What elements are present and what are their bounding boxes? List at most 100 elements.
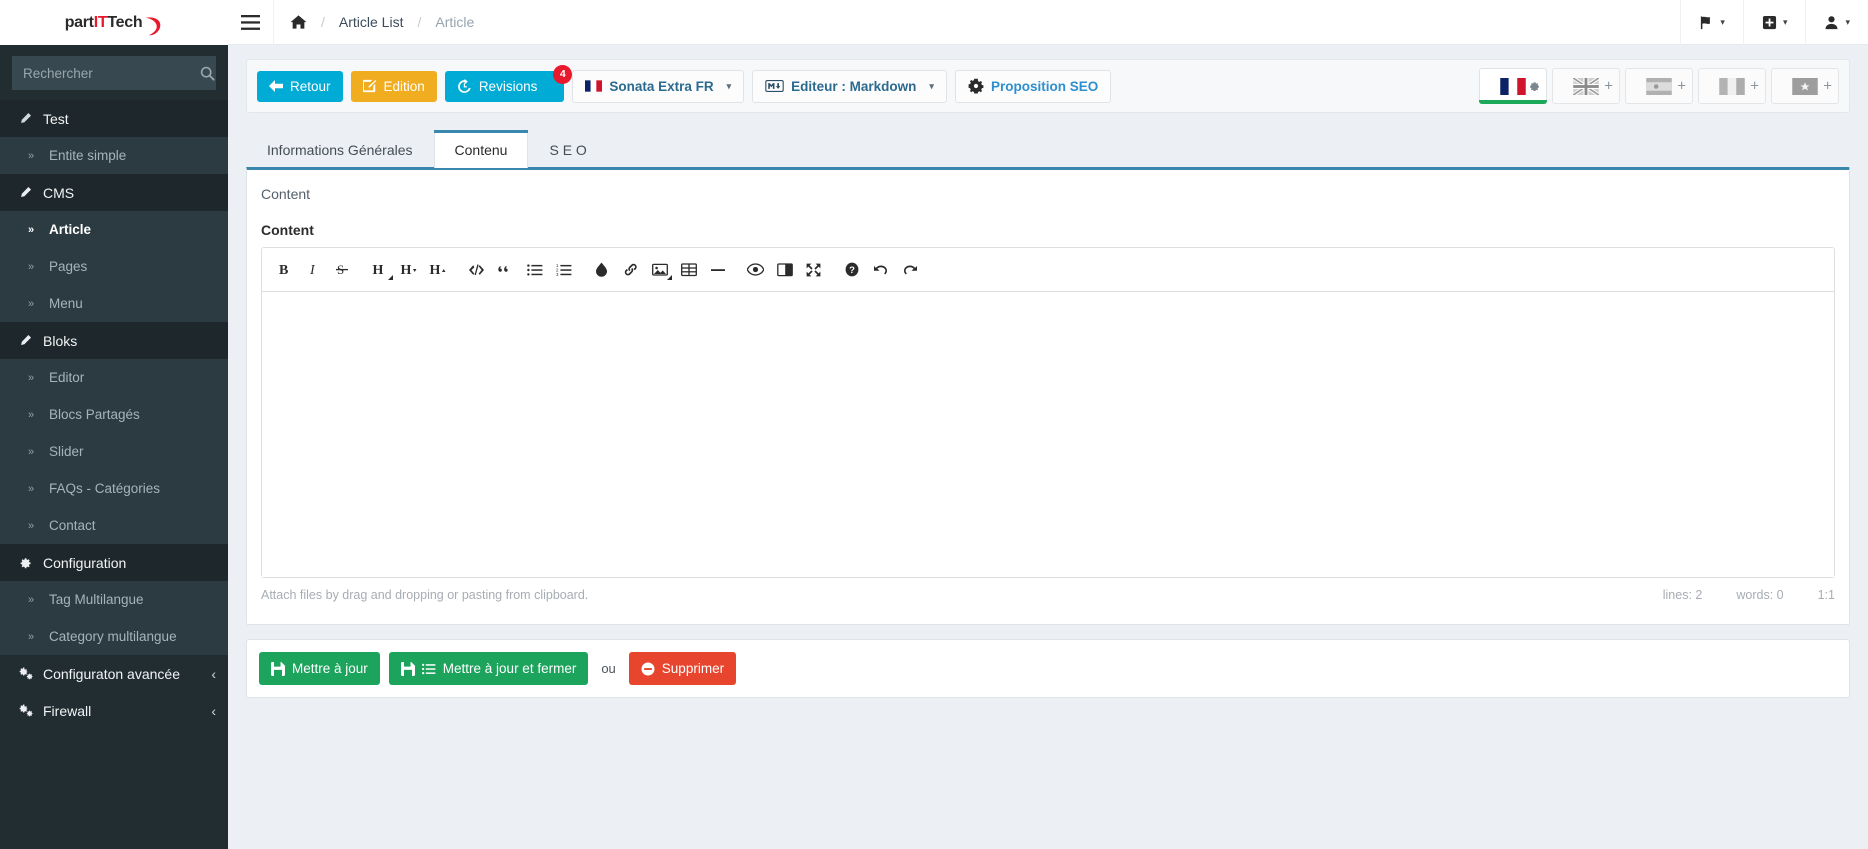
gear-icon[interactable] bbox=[1529, 81, 1540, 92]
update-and-close-button[interactable]: Mettre à jour et fermer bbox=[388, 652, 589, 685]
angle-double-right-icon: » bbox=[27, 482, 35, 495]
horizontal-rule-icon[interactable] bbox=[703, 256, 732, 283]
code-icon[interactable] bbox=[462, 256, 491, 283]
sidebar-item-article[interactable]: » Article bbox=[0, 211, 228, 248]
markdown-textarea[interactable] bbox=[262, 292, 1834, 577]
table-icon[interactable] bbox=[674, 256, 703, 283]
language-switcher: + + + + bbox=[1479, 68, 1839, 104]
sidebar-item-category-multilangue[interactable]: » Category multilangue bbox=[0, 618, 228, 655]
sidebar-item-editor[interactable]: » Editor bbox=[0, 359, 228, 396]
brand-logo[interactable]: partITTech bbox=[0, 0, 228, 45]
strikethrough-icon[interactable]: S bbox=[328, 256, 357, 283]
sidebar-item-blocs-partages[interactable]: » Blocs Partagés bbox=[0, 396, 228, 433]
ordered-list-icon[interactable]: 123 bbox=[549, 256, 578, 283]
help-icon[interactable]: ? bbox=[837, 256, 866, 283]
home-icon[interactable] bbox=[290, 14, 307, 30]
pencil-icon bbox=[16, 186, 34, 199]
seo-proposal-button[interactable]: Proposition SEO bbox=[954, 69, 1112, 103]
heading-bigger-icon[interactable]: H bbox=[424, 256, 453, 283]
sidebar-item-configuration[interactable]: Configuration bbox=[0, 544, 228, 581]
undo-icon[interactable] bbox=[866, 256, 895, 283]
add-dropdown[interactable]: ▾ bbox=[1742, 0, 1806, 45]
tab-contenu[interactable]: Contenu bbox=[433, 130, 529, 168]
hamburger-icon[interactable] bbox=[228, 0, 274, 45]
language-flag-dropdown[interactable]: ▾ bbox=[1680, 0, 1743, 45]
sidebar-item-entite-simple[interactable]: » Entite simple bbox=[0, 137, 228, 174]
tab-seo[interactable]: S E O bbox=[528, 130, 607, 168]
side-by-side-icon[interactable] bbox=[770, 256, 799, 283]
sidebar-item-firewall[interactable]: Firewall ‹ bbox=[0, 692, 228, 729]
delete-button-label: Supprimer bbox=[661, 661, 725, 676]
bold-icon[interactable]: B bbox=[270, 256, 299, 283]
revisions-button[interactable]: Revisions 4 bbox=[444, 64, 573, 102]
image-icon[interactable] bbox=[645, 256, 674, 283]
sidebar-item-configuration-avancee[interactable]: Configuraton avancée ‹ bbox=[0, 655, 228, 692]
sidebar-item-contact[interactable]: » Contact bbox=[0, 507, 228, 544]
sidebar-nav: Test » Entite simple CMS » Article » Pag… bbox=[0, 100, 228, 849]
or-separator-label: ou bbox=[601, 661, 616, 676]
plus-icon[interactable]: + bbox=[1750, 79, 1759, 94]
svg-text:H: H bbox=[430, 263, 441, 277]
svg-text:3: 3 bbox=[556, 272, 559, 277]
sidebar-item-slider[interactable]: » Slider bbox=[0, 433, 228, 470]
back-button[interactable]: Retour bbox=[257, 70, 343, 102]
breadcrumb-separator: / bbox=[417, 14, 422, 30]
clean-block-icon[interactable] bbox=[587, 256, 616, 283]
flag-uk-icon bbox=[1573, 77, 1599, 95]
fullscreen-icon[interactable] bbox=[799, 256, 828, 283]
sidebar-item-pages[interactable]: » Pages bbox=[0, 248, 228, 285]
update-button[interactable]: Mettre à jour bbox=[259, 652, 380, 685]
italic-icon[interactable]: I bbox=[299, 256, 328, 283]
language-button-ma[interactable]: + bbox=[1771, 68, 1839, 104]
list-icon bbox=[421, 663, 436, 675]
search-input[interactable] bbox=[23, 65, 200, 81]
search-icon[interactable] bbox=[200, 66, 215, 81]
minus-circle-icon bbox=[641, 662, 655, 676]
redo-icon[interactable] bbox=[895, 256, 924, 283]
breadcrumb-item-article-list[interactable]: Article List bbox=[339, 14, 404, 30]
language-button-es[interactable]: + bbox=[1625, 68, 1693, 104]
edit-button-label: Edition bbox=[383, 78, 425, 94]
brand-name-part2: Tech bbox=[107, 13, 143, 31]
update-button-label: Mettre à jour bbox=[292, 661, 368, 676]
preview-icon[interactable] bbox=[741, 256, 770, 283]
user-menu-dropdown[interactable]: ▾ bbox=[1805, 0, 1868, 45]
svg-text:H: H bbox=[401, 263, 412, 277]
sidebar-item-cms[interactable]: CMS bbox=[0, 174, 228, 211]
breadcrumb: / Article List / Article bbox=[274, 14, 474, 30]
angle-double-right-icon: » bbox=[27, 260, 35, 273]
language-button-en[interactable]: + bbox=[1552, 68, 1620, 104]
sidebar-item-label: Tag Multilangue bbox=[49, 592, 144, 607]
status-lines: lines: 2 bbox=[1662, 588, 1703, 602]
sidebar-item-bloks[interactable]: Bloks bbox=[0, 322, 228, 359]
locale-select-button[interactable]: Sonata Extra FR ▾ bbox=[572, 69, 745, 103]
language-button-fr[interactable] bbox=[1479, 68, 1547, 104]
editor-select-button[interactable]: Editeur : Markdown ▾ bbox=[752, 69, 947, 103]
tab-informations-generales[interactable]: Informations Générales bbox=[246, 130, 434, 168]
heading-smaller-icon[interactable]: H bbox=[395, 256, 424, 283]
brand-swoosh-icon bbox=[143, 15, 163, 37]
link-icon[interactable] bbox=[616, 256, 645, 283]
arrow-left-icon bbox=[269, 80, 283, 92]
unordered-list-icon[interactable] bbox=[520, 256, 549, 283]
angle-double-right-icon: » bbox=[27, 593, 35, 606]
sidebar-item-test[interactable]: Test bbox=[0, 100, 228, 137]
pencil-square-icon bbox=[362, 79, 377, 93]
delete-button[interactable]: Supprimer bbox=[628, 652, 737, 685]
search-box[interactable] bbox=[12, 56, 216, 90]
sidebar-item-label: Article bbox=[49, 222, 92, 237]
plus-icon[interactable]: + bbox=[1677, 79, 1686, 94]
language-button-it[interactable]: + bbox=[1698, 68, 1766, 104]
chevron-down-icon: ▾ bbox=[726, 80, 732, 91]
heading-icon[interactable]: H bbox=[366, 256, 395, 283]
editor-select-label: Editeur : Markdown bbox=[791, 78, 917, 94]
sidebar-item-tag-multilangue[interactable]: » Tag Multilangue bbox=[0, 581, 228, 618]
edit-button[interactable]: Edition bbox=[350, 70, 437, 102]
status-cursor: 1:1 bbox=[1817, 588, 1835, 602]
sidebar-item-menu[interactable]: » Menu bbox=[0, 285, 228, 322]
plus-icon[interactable]: + bbox=[1604, 79, 1613, 94]
sidebar-item-faqs-categories[interactable]: » FAQs - Catégories bbox=[0, 470, 228, 507]
plus-icon[interactable]: + bbox=[1823, 79, 1832, 94]
quote-icon[interactable] bbox=[491, 256, 520, 283]
chevron-down-icon: ▾ bbox=[1845, 16, 1850, 27]
